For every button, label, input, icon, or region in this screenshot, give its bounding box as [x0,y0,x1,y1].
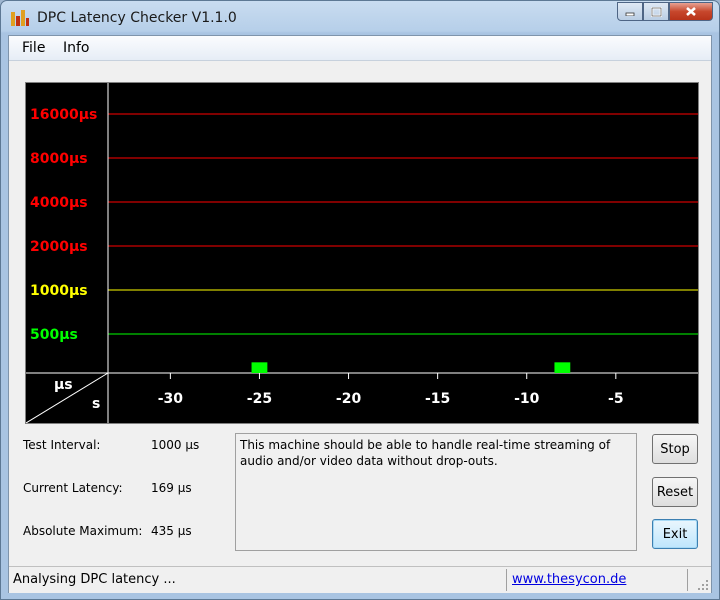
title-bar[interactable]: DPC Latency Checker V1.1.0 [1,1,719,35]
menu-bar: File Info [9,36,711,61]
status-separator [506,569,507,591]
minimize-icon [625,12,635,16]
minimize-button[interactable] [617,2,643,21]
exit-button[interactable]: Exit [652,519,698,549]
resize-grip-icon[interactable] [697,579,709,591]
latency-chart: 16000µs 8000µs 4000µs 2000µs 1000µs 500µs µs s -… [25,82,699,424]
corner-unit-bottom: s [92,396,100,412]
y-tick-label: 4000µs [30,195,88,211]
reset-button[interactable]: Reset [652,477,698,507]
x-tick-label: -10 [514,391,540,407]
absolute-maximum-label: Absolute Maximum: [23,524,143,538]
latency-bar [554,362,571,373]
maximize-button[interactable] [643,2,669,21]
chart-canvas: 16000µs 8000µs 4000µs 2000µs 1000µs 500µs µs s -… [26,83,698,423]
x-tick-label: -25 [247,391,272,407]
x-tick-label: -20 [336,391,362,407]
menu-file[interactable]: File [22,40,45,56]
x-tick-label: -30 [158,391,184,407]
window-title: DPC Latency Checker V1.1.0 [37,10,237,26]
menu-info[interactable]: Info [63,40,90,56]
status-bar: Analysing DPC latency ... www.thesycon.d… [9,566,711,593]
x-tick-label: -5 [608,391,624,407]
y-tick-label: 2000µs [30,239,88,255]
latency-bar [251,362,268,373]
stop-button[interactable]: Stop [652,434,698,464]
test-interval-value: 1000 µs [151,438,200,452]
close-button[interactable] [669,2,713,21]
status-text: Analysing DPC latency ... [13,572,176,587]
absolute-maximum-value: 435 µs [151,524,192,538]
y-tick-label: 8000µs [30,151,88,167]
y-tick-label: 1000µs [30,283,88,299]
maximize-icon [650,6,662,17]
close-icon [686,7,696,16]
y-tick-label: 16000µs [30,107,97,123]
website-link[interactable]: www.thesycon.de [512,572,626,587]
message-box: This machine should be able to handle re… [235,433,637,551]
current-latency-value: 169 µs [151,481,192,495]
corner-unit-top: µs [54,377,73,393]
test-interval-label: Test Interval: [23,438,101,452]
app-icon [11,10,29,26]
current-latency-label: Current Latency: [23,481,123,495]
status-separator [687,569,688,591]
x-tick-label: -15 [425,391,450,407]
app-window: DPC Latency Checker V1.1.0 File Info 160… [0,0,720,600]
window-controls [617,2,713,22]
y-tick-label: 500µs [30,327,78,343]
client-area: File Info 16000µs 8000µs 4000µs 2000µs 1000µ… [8,35,712,593]
